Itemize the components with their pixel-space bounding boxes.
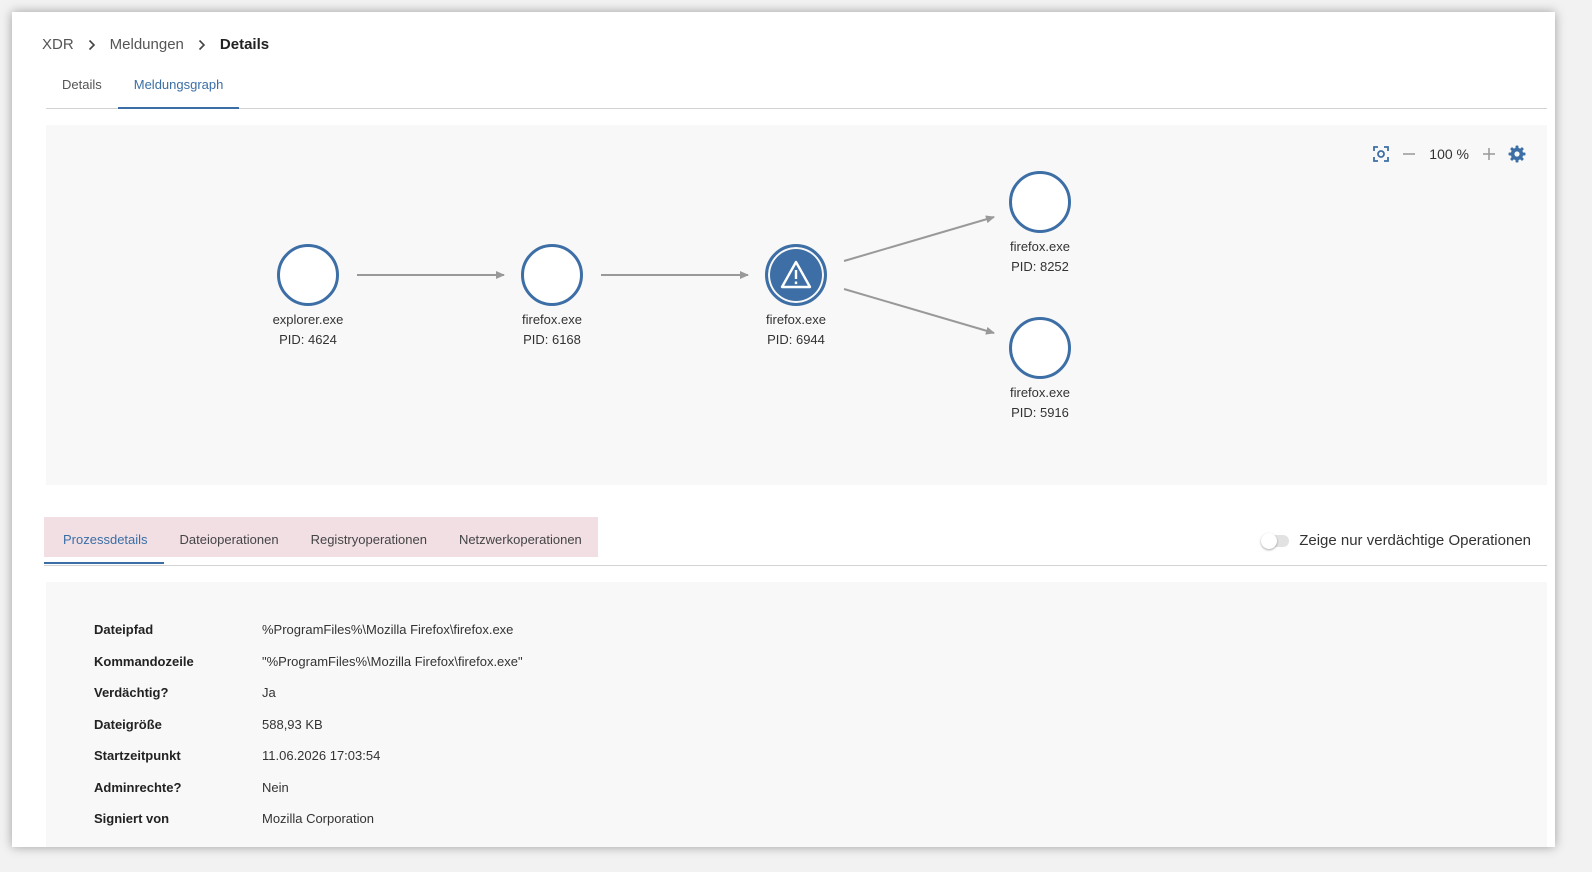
toggle-label[interactable]: Zeige nur verdächtige Operationen [1299,532,1531,549]
node-name: firefox.exe [766,312,826,327]
node-pid: PID: 4624 [279,332,337,347]
tab-meldungsgraph[interactable]: Meldungsgraph [117,68,240,109]
graph-node-selected[interactable]: firefox.exe PID: 6944 [736,244,856,347]
process-node-circle[interactable] [1009,171,1071,233]
table-row: Dateipfad %ProgramFiles%\Mozilla Firefox… [94,614,523,646]
fit-screen-icon[interactable] [1367,143,1395,165]
table-row: Dateigröße 588,93 KB [94,709,523,741]
tab-prozessdetails[interactable]: Prozessdetails [44,517,164,564]
plus-icon[interactable] [1475,143,1503,165]
app-window: XDR Meldungen Details Details Meldungsgr… [12,12,1555,847]
zoom-controls: 100 % [1367,143,1531,165]
toggle-knob [1261,532,1278,549]
graph-node[interactable]: firefox.exe PID: 5916 [980,317,1100,420]
detail-key: Kommandozeile [94,653,194,669]
warning-icon [780,260,812,289]
breadcrumb-meldungen[interactable]: Meldungen [110,36,184,53]
graph-node[interactable]: firefox.exe PID: 8252 [980,171,1100,274]
chevron-right-icon [88,39,96,51]
process-details-panel: Dateipfad %ProgramFiles%\Mozilla Firefox… [46,582,1547,847]
alert-graph[interactable]: explorer.exe PID: 4624 firefox.exe PID: … [46,125,1547,485]
detail-tab-bar: Prozessdetails Dateioperationen Registry… [44,517,1547,566]
zoom-level: 100 % [1429,146,1469,162]
suspicious-only-toggle[interactable] [1261,532,1290,549]
process-node-circle[interactable] [1009,317,1071,379]
breadcrumb: XDR Meldungen Details [42,36,269,53]
detail-key: Startzeitpunkt [94,748,181,764]
process-node-circle[interactable] [277,244,339,306]
node-name: firefox.exe [1010,385,1070,400]
detail-key: Adminrechte? [94,779,182,795]
detail-value: "%ProgramFiles%\Mozilla Firefox\firefox.… [262,653,523,669]
node-pid: PID: 8252 [1011,259,1069,274]
detail-key: Dateipfad [94,622,154,638]
detail-key: Signiert von [94,811,170,827]
table-row: Adminrechte? Nein [94,772,523,804]
node-pid: PID: 6168 [523,332,581,347]
node-name: firefox.exe [522,312,582,327]
graph-node[interactable]: firefox.exe PID: 6168 [492,244,612,347]
detail-value: 11.06.2026 17:03:54 [262,748,381,764]
detail-key: Verdächtig? [94,685,169,701]
table-row: Verdächtig? Ja [94,677,523,709]
gear-icon[interactable] [1503,143,1531,165]
graph-edge [843,215,995,262]
detail-value: %ProgramFiles%\Mozilla Firefox\firefox.e… [262,622,514,638]
node-pid: PID: 5916 [1011,405,1069,420]
detail-tab-group: Prozessdetails Dateioperationen Registry… [44,517,598,564]
detail-value: Nein [262,779,289,795]
minus-icon[interactable] [1395,143,1423,165]
breadcrumb-current: Details [219,36,270,53]
table-row: Signiert von Mozilla Corporation [94,803,523,835]
process-node-circle[interactable] [521,244,583,306]
tab-details[interactable]: Details [46,68,118,109]
node-name: firefox.exe [1010,239,1070,254]
chevron-right-icon [198,39,206,51]
detail-value: 588,93 KB [262,716,323,732]
table-row: Startzeitpunkt 11.06.2026 17:03:54 [94,740,523,772]
process-node-circle[interactable] [765,244,827,306]
detail-value: Ja [262,685,276,701]
tab-netzwerkoperationen[interactable]: Netzwerkoperationen [443,517,598,564]
top-tab-bar: Details Meldungsgraph [46,68,1547,109]
tab-registryoperationen[interactable]: Registryoperationen [295,517,443,564]
table-row: Kommandozeile "%ProgramFiles%\Mozilla Fi… [94,646,523,678]
detail-key: Dateigröße [94,716,162,732]
suspicious-only-filter: Zeige nur verdächtige Operationen [1261,532,1531,549]
graph-edge [843,288,995,335]
tab-dateioperationen[interactable]: Dateioperationen [164,517,295,564]
detail-value: Mozilla Corporation [262,811,374,827]
breadcrumb-xdr[interactable]: XDR [42,36,74,53]
graph-node[interactable]: explorer.exe PID: 4624 [248,244,368,347]
process-details-table: Dateipfad %ProgramFiles%\Mozilla Firefox… [94,614,523,835]
node-name: explorer.exe [272,312,344,327]
node-pid: PID: 6944 [767,332,825,347]
